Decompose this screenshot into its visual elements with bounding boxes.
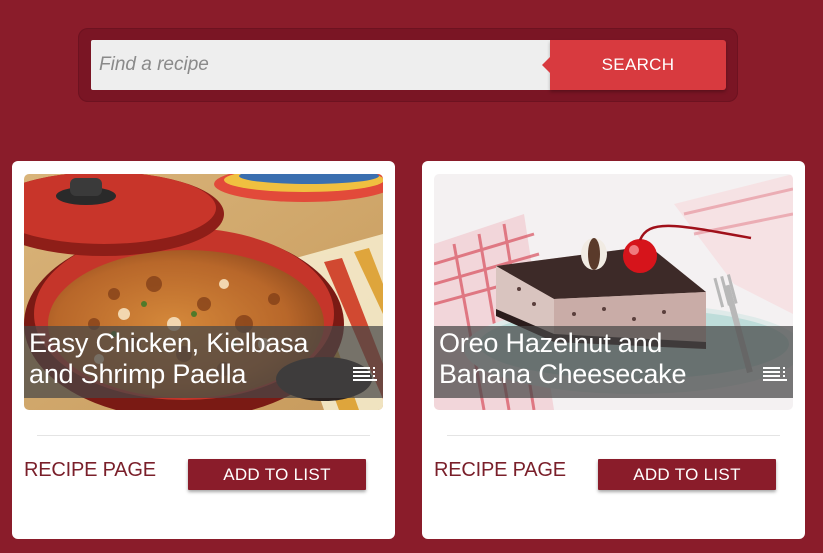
search-input[interactable] xyxy=(91,40,550,90)
search-bar: SEARCH xyxy=(78,28,738,102)
recipe-card: Easy Chicken, Kielbasa and Shrimp Paella… xyxy=(12,161,395,539)
list-icon[interactable] xyxy=(763,367,787,386)
card-divider xyxy=(447,435,780,436)
recipe-page-link[interactable]: RECIPE PAGE xyxy=(434,459,566,482)
recipe-title[interactable]: Oreo Hazelnut and Banana Cheesecake xyxy=(439,328,759,390)
add-to-list-button[interactable]: ADD TO LIST xyxy=(598,459,776,490)
card-divider xyxy=(37,435,370,436)
paella-photo[interactable]: Easy Chicken, Kielbasa and Shrimp Paella xyxy=(24,174,383,410)
recipe-card: Oreo Hazelnut and Banana Cheesecake RECI… xyxy=(422,161,805,539)
list-icon[interactable] xyxy=(353,367,377,386)
cheesecake-photo[interactable]: Oreo Hazelnut and Banana Cheesecake xyxy=(434,174,793,410)
recipe-caption: Easy Chicken, Kielbasa and Shrimp Paella xyxy=(24,326,383,398)
add-to-list-button[interactable]: ADD TO LIST xyxy=(188,459,366,490)
recipe-caption: Oreo Hazelnut and Banana Cheesecake xyxy=(434,326,793,398)
recipe-page-link[interactable]: RECIPE PAGE xyxy=(24,459,156,482)
search-button[interactable]: SEARCH xyxy=(542,40,726,90)
recipe-title[interactable]: Easy Chicken, Kielbasa and Shrimp Paella xyxy=(29,328,349,390)
